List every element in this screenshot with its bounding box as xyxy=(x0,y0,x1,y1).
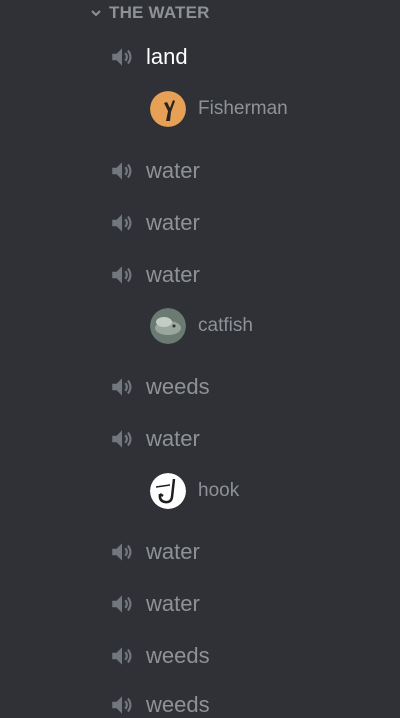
voice-channel-weeds[interactable]: weeds xyxy=(108,692,210,718)
speaker-icon xyxy=(112,266,132,284)
speaker-icon xyxy=(112,696,132,714)
voice-channel-water[interactable]: water xyxy=(108,262,200,288)
user-name: catfish xyxy=(198,315,253,336)
speaker-icon xyxy=(112,48,132,66)
fisherman-avatar xyxy=(150,91,186,127)
speaker-icon xyxy=(112,430,132,448)
category-label: THE WATER xyxy=(109,3,210,22)
category-the-water[interactable]: THE WATER xyxy=(90,3,210,23)
speaker-icon xyxy=(112,595,132,613)
speaker-icon xyxy=(112,378,132,396)
voice-channel-water[interactable]: water xyxy=(108,539,200,565)
speaker-icon xyxy=(112,543,132,561)
voice-user-catfish[interactable]: catfish xyxy=(150,308,253,344)
voice-user-hook[interactable]: hook xyxy=(150,473,239,509)
speaker-icon xyxy=(112,162,132,180)
catfish-avatar xyxy=(150,308,186,344)
channel-label: land xyxy=(146,44,188,69)
voice-channel-weeds[interactable]: weeds xyxy=(108,643,210,669)
speaker-icon xyxy=(112,647,132,665)
voice-channel-water[interactable]: water xyxy=(108,591,200,617)
user-name: hook xyxy=(198,480,240,501)
channel-label: weeds xyxy=(146,643,210,668)
channel-label: water xyxy=(146,210,200,235)
channel-label: water xyxy=(146,426,200,451)
speaker-icon xyxy=(112,214,132,232)
voice-channel-water[interactable]: water xyxy=(108,426,200,452)
chevron-down-icon xyxy=(91,10,101,17)
channel-label: weeds xyxy=(146,374,210,399)
user-name: Fisherman xyxy=(198,98,288,119)
voice-channel-water[interactable]: water xyxy=(108,210,200,236)
voice-channel-weeds[interactable]: weeds xyxy=(108,374,210,400)
channel-label: water xyxy=(146,539,200,564)
hook-avatar xyxy=(150,473,186,509)
channel-label: water xyxy=(146,158,200,183)
channel-label: water xyxy=(146,591,200,616)
channel-label: weeds xyxy=(146,692,210,717)
channel-label: water xyxy=(146,262,200,287)
voice-channel-land[interactable]: land xyxy=(108,44,188,70)
voice-user-fisherman[interactable]: Fisherman xyxy=(150,91,288,127)
voice-channel-water[interactable]: water xyxy=(108,158,200,184)
